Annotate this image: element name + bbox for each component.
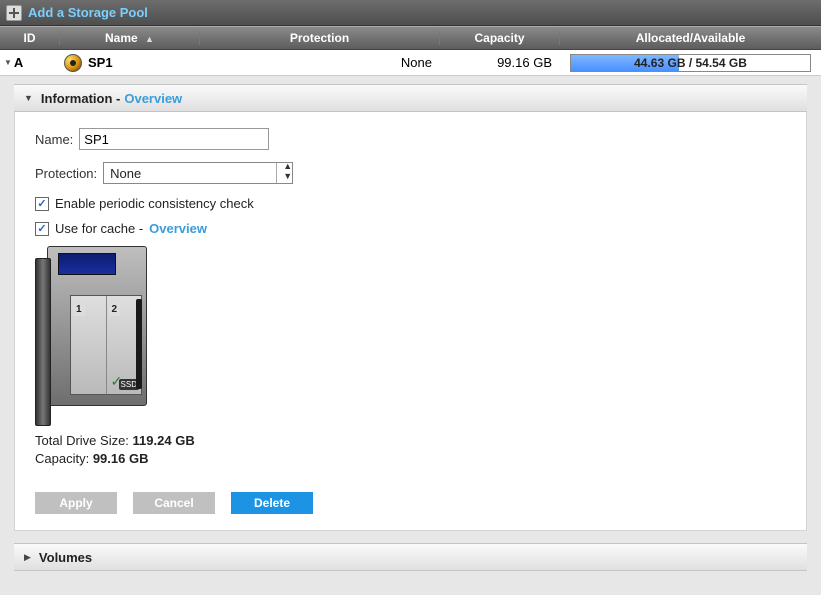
cache-overview-link[interactable]: Overview bbox=[149, 221, 207, 236]
volumes-label: Volumes bbox=[39, 550, 92, 565]
sort-asc-icon: ▲ bbox=[145, 34, 154, 44]
consistency-checkbox[interactable]: ✓ bbox=[35, 197, 49, 211]
use-for-cache-row: ✓ Use for cache - Overview bbox=[35, 221, 786, 236]
col-header-protection[interactable]: Protection bbox=[200, 31, 440, 45]
cell-allocated: 44.63 GB / 54.54 GB bbox=[560, 54, 821, 72]
total-drive-size-value: 119.24 GB bbox=[133, 433, 195, 448]
row-id-value: A bbox=[14, 55, 23, 70]
col-header-name[interactable]: Name ▲ bbox=[60, 31, 200, 45]
col-header-capacity[interactable]: Capacity bbox=[440, 31, 560, 45]
device-chassis: 1 2 SSD ✓ bbox=[47, 246, 147, 406]
information-overview-link[interactable]: Overview bbox=[124, 91, 182, 106]
select-arrows-icon: ▲▼ bbox=[276, 163, 292, 183]
name-input[interactable] bbox=[79, 128, 269, 150]
add-storage-pool-button[interactable] bbox=[6, 5, 22, 21]
consistency-check-label: Enable periodic consistency check bbox=[55, 196, 254, 211]
storage-pool-row[interactable]: ▼ A SP1 None 99.16 GB 44.63 GB / 54.54 G… bbox=[0, 50, 821, 76]
name-row: Name: bbox=[35, 128, 786, 150]
col-header-allocated[interactable]: Allocated/Available bbox=[560, 31, 821, 45]
allocation-bar: 44.63 GB / 54.54 GB bbox=[570, 54, 811, 72]
table-header: ID Name ▲ Protection Capacity Allocated/… bbox=[0, 26, 821, 50]
storage-pool-icon bbox=[64, 54, 82, 72]
cache-label: Use for cache - bbox=[55, 221, 143, 236]
apply-button[interactable]: Apply bbox=[35, 492, 117, 514]
volumes-section-header[interactable]: ▶ Volumes bbox=[14, 543, 807, 571]
add-storage-pool-link[interactable]: Add a Storage Pool bbox=[28, 5, 148, 20]
device-illustration: 1 2 SSD ✓ bbox=[35, 246, 155, 426]
protection-label: Protection: bbox=[35, 166, 97, 181]
device-display bbox=[58, 253, 116, 275]
protection-select[interactable]: None ▲▼ bbox=[103, 162, 293, 184]
device-door bbox=[35, 258, 51, 426]
total-drive-size-label: Total Drive Size: bbox=[35, 433, 129, 448]
capacity-value: 99.16 GB bbox=[93, 451, 149, 466]
collapse-icon: ▼ bbox=[24, 93, 33, 103]
row-capacity-value: 99.16 GB bbox=[497, 55, 552, 70]
check-icon: ✓ bbox=[111, 373, 123, 390]
cell-capacity: 99.16 GB bbox=[440, 55, 560, 70]
cell-id: ▼ A bbox=[0, 55, 60, 70]
col-header-id[interactable]: ID bbox=[0, 31, 60, 45]
button-row: Apply Cancel Delete bbox=[35, 492, 786, 514]
row-name-value: SP1 bbox=[88, 55, 113, 70]
consistency-check-row: ✓ Enable periodic consistency check bbox=[35, 196, 786, 211]
information-label: Information - bbox=[41, 91, 120, 106]
cell-protection: None bbox=[200, 55, 440, 70]
drive-bay-1[interactable]: 1 bbox=[71, 296, 107, 394]
expand-icon: ▶ bbox=[24, 552, 31, 563]
drive-stats: Total Drive Size: 119.24 GB Capacity: 99… bbox=[35, 432, 786, 468]
drive-bays: 1 2 SSD ✓ bbox=[70, 295, 142, 395]
name-label: Name: bbox=[35, 132, 73, 147]
col-header-name-label: Name bbox=[105, 31, 138, 45]
information-panel: Name: Protection: None ▲▼ ✓ Enable perio… bbox=[14, 112, 807, 531]
protection-row: Protection: None ▲▼ bbox=[35, 162, 786, 184]
side-port bbox=[136, 299, 142, 389]
row-expand-icon[interactable]: ▼ bbox=[4, 58, 12, 67]
top-bar: Add a Storage Pool bbox=[0, 0, 821, 26]
cell-name: SP1 bbox=[60, 54, 200, 72]
bay-2-number: 2 bbox=[109, 303, 121, 316]
row-protection-value: None bbox=[401, 55, 432, 70]
plus-icon bbox=[9, 8, 19, 18]
information-section-header[interactable]: ▼ Information - Overview bbox=[14, 84, 807, 112]
protection-select-value: None bbox=[104, 166, 276, 181]
capacity-label: Capacity: bbox=[35, 451, 89, 466]
cache-checkbox[interactable]: ✓ bbox=[35, 222, 49, 236]
cancel-button[interactable]: Cancel bbox=[133, 492, 215, 514]
delete-button[interactable]: Delete bbox=[231, 492, 313, 514]
allocation-text: 44.63 GB / 54.54 GB bbox=[634, 56, 747, 70]
bay-1-number: 1 bbox=[73, 303, 85, 316]
